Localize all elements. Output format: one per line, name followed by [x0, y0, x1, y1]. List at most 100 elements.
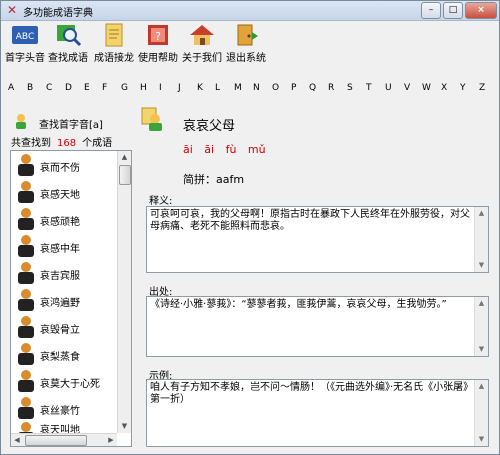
- scroll-down-icon[interactable]: ▼: [475, 259, 488, 272]
- person-avatar-icon: [18, 262, 34, 284]
- list-item-label: 哀感顽艳: [40, 217, 80, 228]
- example-textbox[interactable]: 咱人有子方知不孝娘，岂不问～情肠！（《元曲选外编》·无名氏《小张屠》第一折） ▲…: [146, 379, 489, 447]
- list-item[interactable]: 哀莫大于心死: [11, 367, 117, 394]
- scroll-down-icon[interactable]: ▼: [475, 433, 488, 446]
- list-item-label: 哀而不伤: [40, 163, 80, 174]
- letter-z[interactable]: Z: [479, 83, 485, 93]
- person-avatar-icon: [18, 289, 34, 311]
- list-item[interactable]: 哀感天地: [11, 178, 117, 205]
- idiom-title: 哀哀父母: [183, 119, 236, 134]
- letter-g[interactable]: G: [121, 83, 128, 93]
- letter-x[interactable]: X: [441, 83, 447, 93]
- magnifier-search-icon: [57, 25, 82, 47]
- scroll-thumb[interactable]: [25, 435, 87, 446]
- list-item[interactable]: 哀感中年: [11, 232, 117, 259]
- letter-v[interactable]: V: [404, 83, 410, 93]
- source-textbox[interactable]: 《诗经·小雅·蓼莪》：“蓼蓼者莪，匪莪伊蒿，哀哀父母，生我劬劳。” ▲ ▼: [146, 296, 489, 357]
- list-item[interactable]: 哀鸿遍野: [11, 286, 117, 313]
- list-item-label: 哀毁骨立: [40, 325, 80, 336]
- letter-u[interactable]: U: [385, 83, 392, 93]
- letter-m[interactable]: M: [234, 83, 242, 93]
- letter-d[interactable]: D: [65, 83, 72, 93]
- textbox-scrollbar[interactable]: ▲ ▼: [474, 380, 488, 446]
- window-title: 多功能成语字典: [23, 8, 93, 19]
- meaning-textbox[interactable]: 可哀呵可哀，我的父母啊！原指古时在暴政下人民终年在外服劳役，对父母病痛、老死不能…: [146, 206, 489, 273]
- person-avatar-icon: [18, 422, 34, 433]
- scroll-right-icon[interactable]: ▶: [105, 434, 117, 446]
- letter-s[interactable]: S: [347, 83, 353, 93]
- letter-k[interactable]: K: [197, 83, 203, 93]
- scroll-down-icon[interactable]: ▼: [475, 343, 488, 356]
- toolbar-help-button[interactable]: ? 使用帮助: [137, 23, 179, 64]
- scroll-up-icon[interactable]: ▲: [475, 380, 488, 393]
- list-item-label: 哀感中年: [40, 244, 80, 255]
- scroll-up-icon[interactable]: ▲: [118, 151, 131, 164]
- person-avatar-icon: [18, 235, 34, 257]
- minimize-button[interactable]: –: [421, 2, 441, 19]
- scroll-left-icon[interactable]: ◀: [11, 434, 23, 446]
- person-info-icon: [141, 107, 162, 131]
- letter-y[interactable]: Y: [460, 83, 466, 93]
- letter-q[interactable]: Q: [309, 83, 316, 93]
- toolbar-chain-button[interactable]: 成语接龙: [93, 23, 135, 64]
- letter-j[interactable]: J: [178, 83, 181, 93]
- letter-r[interactable]: R: [328, 83, 334, 93]
- person-avatar-icon: [18, 208, 34, 230]
- list-item-label: 哀梨蒸食: [40, 352, 80, 363]
- letter-c[interactable]: C: [46, 83, 52, 93]
- textbox-scrollbar[interactable]: ▲ ▼: [474, 207, 488, 272]
- idiom-list[interactable]: 哀而不伤 哀感天地 哀感顽艳 哀感中年 哀吉宾服 哀鸿遍野 哀毁骨立 哀梨蒸食 …: [10, 150, 132, 447]
- letter-i[interactable]: I: [159, 83, 162, 93]
- house-icon: [190, 25, 214, 45]
- list-item-label: 哀感天地: [40, 190, 80, 201]
- list-item[interactable]: 哀天叫地: [11, 419, 117, 433]
- letter-w[interactable]: W: [422, 83, 431, 93]
- letter-p[interactable]: P: [291, 83, 296, 93]
- list-item-label: 哀吉宾服: [40, 271, 80, 282]
- letter-a[interactable]: A: [8, 83, 14, 93]
- notepad-pencil-icon: [105, 23, 123, 47]
- scroll-down-icon[interactable]: ▼: [118, 420, 131, 433]
- scroll-up-icon[interactable]: ▲: [475, 207, 488, 220]
- title-bar: ✕ 多功能成语字典 – □ ×: [1, 1, 499, 21]
- letter-n[interactable]: N: [253, 83, 260, 93]
- list-item[interactable]: 哀吉宾服: [11, 259, 117, 286]
- svg-text:ABC: ABC: [16, 32, 34, 42]
- scroll-up-icon[interactable]: ▲: [475, 297, 488, 310]
- list-item[interactable]: 哀而不伤: [11, 151, 117, 178]
- list-item[interactable]: 哀梨蒸食: [11, 340, 117, 367]
- toolbar-label: 退出系统: [226, 53, 266, 64]
- letter-f[interactable]: F: [102, 83, 107, 93]
- close-button[interactable]: ×: [465, 2, 497, 19]
- list-item-label: 哀天叫地: [40, 425, 80, 433]
- letter-index-bar: A B C D E F G H I J K L M N O P Q R S T …: [1, 83, 499, 97]
- list-horizontal-scrollbar[interactable]: ◀ ▶: [11, 433, 117, 446]
- toolbar-about-button[interactable]: 关于我们: [181, 23, 223, 64]
- app-icon: ✕: [6, 3, 18, 17]
- person-avatar-icon: [18, 397, 34, 419]
- source-text: 《诗经·小雅·蓼莪》：“蓼蓼者莪，匪莪伊蒿，哀哀父母，生我劬劳。”: [150, 299, 447, 310]
- toolbar-search-button[interactable]: 查找成语: [47, 23, 89, 64]
- letter-o[interactable]: O: [272, 83, 279, 93]
- list-item[interactable]: 哀感顽艳: [11, 205, 117, 232]
- letter-e[interactable]: E: [84, 83, 90, 93]
- scroll-thumb[interactable]: [119, 165, 131, 185]
- letter-l[interactable]: L: [215, 83, 220, 93]
- letter-t[interactable]: T: [366, 83, 372, 93]
- person-avatar-icon: [18, 343, 34, 365]
- letter-b[interactable]: B: [27, 83, 33, 93]
- letter-h[interactable]: H: [140, 83, 147, 93]
- textbox-scrollbar[interactable]: ▲ ▼: [474, 297, 488, 356]
- search-letter-label: 查找首字音[a]: [39, 120, 103, 131]
- maximize-button[interactable]: □: [443, 2, 463, 19]
- toolbar-exit-button[interactable]: 退出系统: [225, 23, 267, 64]
- toolbar-label: 成语接龙: [94, 53, 134, 64]
- toolbar-first-letter-button[interactable]: ABC 首字头音: [5, 23, 45, 64]
- list-item[interactable]: 哀毁骨立: [11, 313, 117, 340]
- toolbar-label: 使用帮助: [138, 53, 178, 64]
- list-item[interactable]: 哀丝豪竹: [11, 394, 117, 421]
- toolbar-label: 查找成语: [48, 53, 88, 64]
- idiom-pinyin: āi āi fù mǔ: [183, 143, 266, 156]
- list-vertical-scrollbar[interactable]: ▲ ▼: [117, 151, 131, 433]
- svg-text:?: ?: [155, 30, 161, 43]
